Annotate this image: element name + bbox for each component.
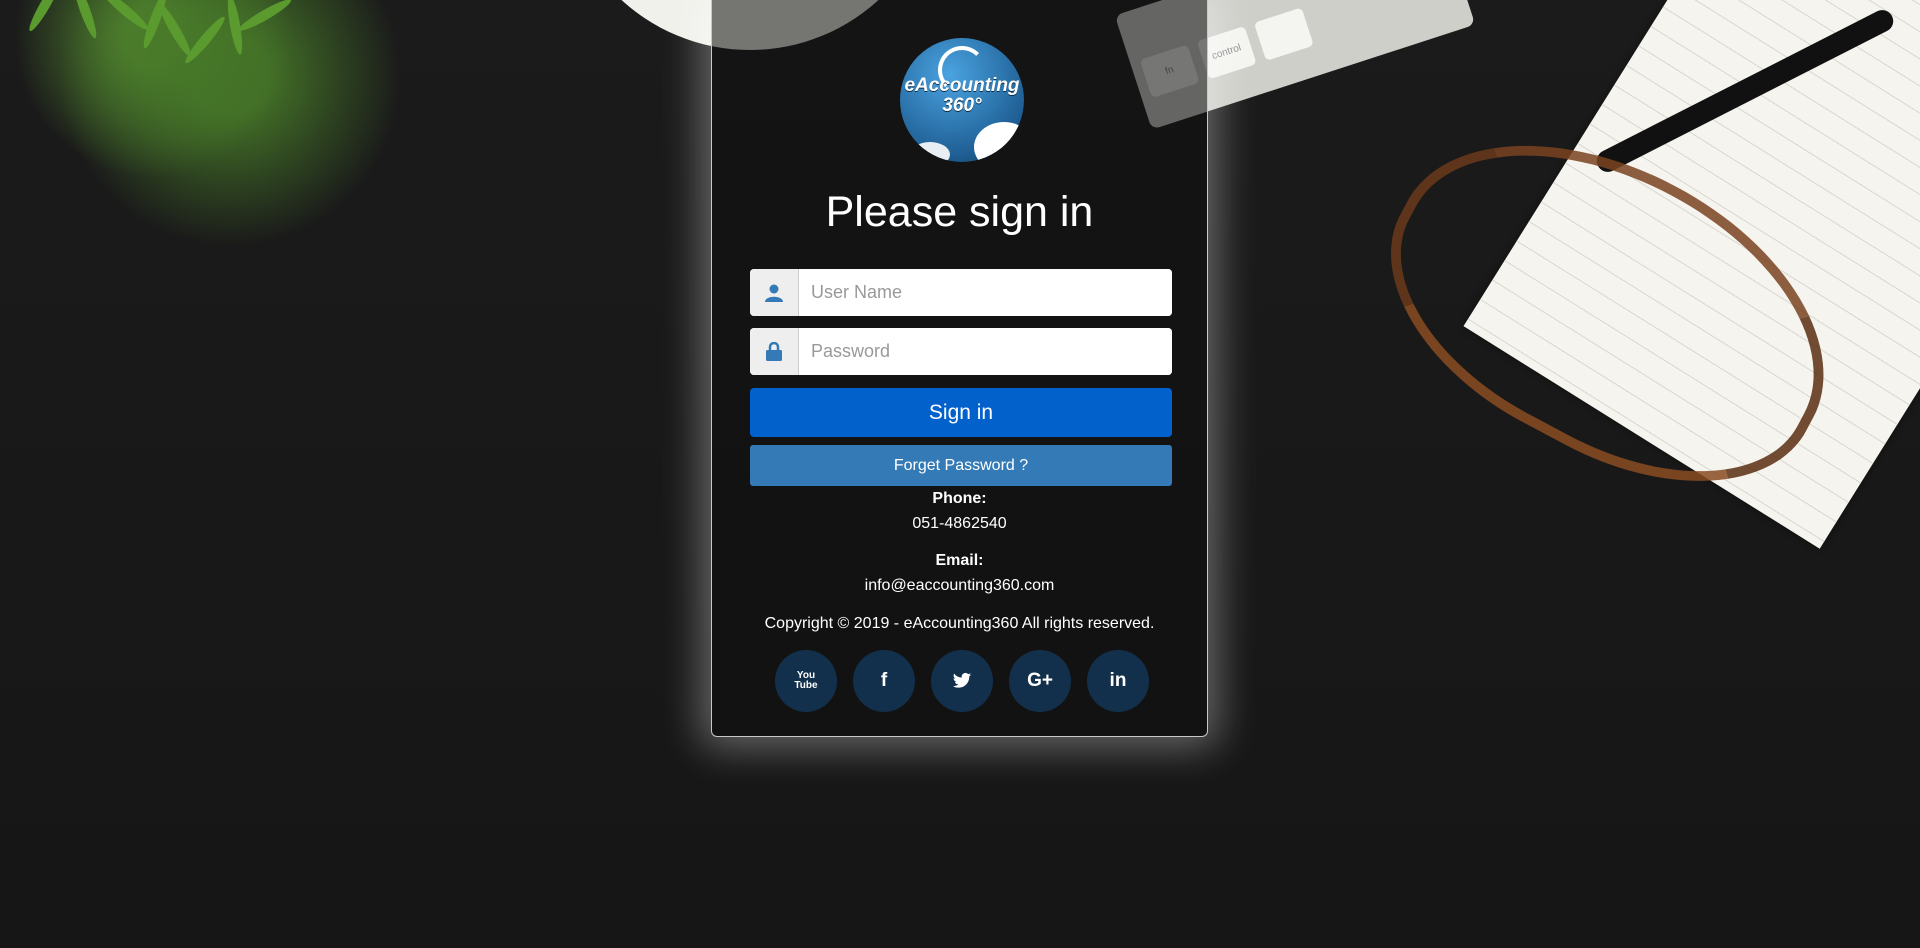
logo-text-line2: 360°	[942, 95, 982, 116]
username-input[interactable]	[799, 269, 1172, 316]
app-logo: eAccounting 360°	[900, 38, 1024, 162]
signin-button[interactable]: Sign in	[750, 388, 1172, 437]
lock-icon	[750, 328, 799, 375]
username-field-group	[750, 269, 1172, 316]
phone-label: Phone:	[932, 490, 987, 507]
plant-decoration	[0, 0, 380, 110]
twitter-icon[interactable]	[931, 650, 993, 712]
phone-value: 051-4862540	[912, 515, 1007, 532]
page-title: Please sign in	[825, 188, 1094, 236]
login-card: eAccounting 360° Please sign in Sign in …	[711, 0, 1208, 737]
facebook-icon[interactable]: f	[853, 650, 915, 712]
youtube-icon[interactable]: You Tube	[775, 650, 837, 712]
keyboard-key	[1253, 7, 1314, 61]
youtube-icon-text: You Tube	[794, 670, 818, 691]
user-icon	[750, 269, 799, 316]
social-links: You Tube f G+ in	[772, 650, 1152, 712]
linkedin-icon[interactable]: in	[1087, 650, 1149, 712]
copyright-text: Copyright © 2019 - eAccounting360 All ri…	[764, 615, 1155, 632]
password-field-group	[750, 328, 1172, 375]
logo-text-line1: eAccounting	[904, 75, 1020, 96]
password-input[interactable]	[799, 328, 1172, 375]
email-value: info@eaccounting360.com	[864, 577, 1055, 594]
forget-password-button[interactable]: Forget Password ?	[750, 445, 1172, 486]
email-label: Email:	[935, 552, 984, 569]
googleplus-icon[interactable]: G+	[1009, 650, 1071, 712]
